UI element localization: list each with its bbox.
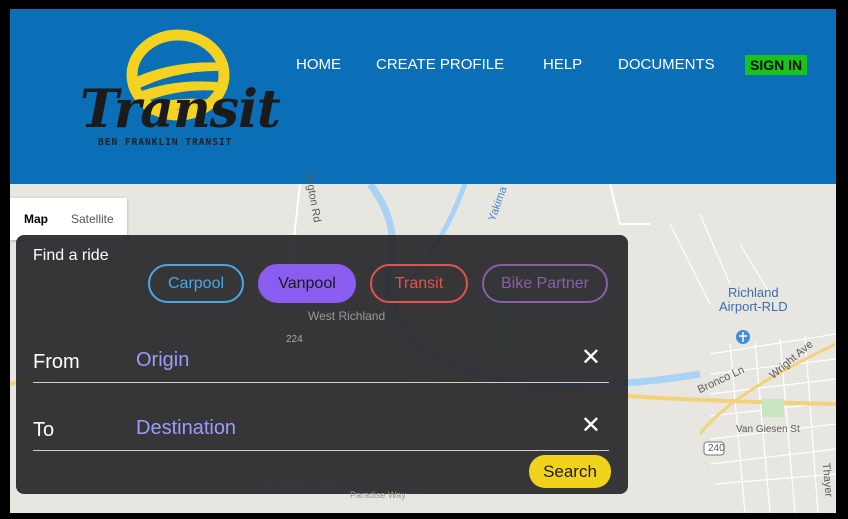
- mode-carpool-button[interactable]: Carpool: [148, 264, 244, 303]
- map-label-van-giesen: Van Giesen St: [736, 424, 800, 435]
- to-label: To: [33, 419, 55, 441]
- nav-documents[interactable]: DOCUMENTS: [618, 55, 715, 75]
- map-type-satellite-button[interactable]: Satellite: [58, 198, 127, 240]
- map-label-paradise: Paradise Way: [350, 490, 406, 500]
- map-label-road-224: 224: [286, 334, 303, 345]
- nav-sign-in[interactable]: SIGN IN: [745, 55, 808, 75]
- map-type-control: Map Satellite: [10, 198, 127, 240]
- map-label-airport: Richland Airport-RLD: [719, 285, 788, 314]
- browser-viewport: Transit BEN FRANKLIN TRANSIT HOME CREATE…: [10, 9, 836, 513]
- find-ride-panel: Find a ride Carpool Vanpool Transit Bike…: [16, 235, 628, 494]
- site-header: Transit BEN FRANKLIN TRANSIT HOME CREATE…: [10, 9, 836, 184]
- clear-destination-close-icon[interactable]: ✕: [581, 413, 601, 439]
- mode-transit-button[interactable]: Transit: [370, 264, 468, 303]
- logo-subtitle: BEN FRANKLIN TRANSIT: [98, 137, 233, 148]
- search-button[interactable]: Search: [529, 455, 611, 488]
- clear-origin-close-icon[interactable]: ✕: [581, 345, 601, 371]
- from-row: From ✕: [33, 339, 609, 383]
- main-nav: HOME CREATE PROFILE HELP DOCUMENTS SIGN …: [10, 55, 836, 81]
- from-label: From: [33, 351, 80, 373]
- map-type-map-button[interactable]: Map: [10, 198, 58, 240]
- nav-help[interactable]: HELP: [543, 55, 582, 75]
- mode-bike-partner-button[interactable]: Bike Partner: [482, 264, 608, 303]
- to-row: To ✕: [33, 407, 609, 451]
- nav-create-profile[interactable]: CREATE PROFILE: [376, 55, 504, 75]
- logo-wordmark: Transit: [80, 79, 281, 140]
- panel-title: Find a ride: [33, 247, 109, 264]
- nav-home[interactable]: HOME: [296, 55, 341, 75]
- destination-input[interactable]: [136, 413, 556, 443]
- map-label-road-240: 240: [708, 443, 725, 454]
- map-label-west-richland: West Richland: [308, 309, 386, 323]
- mode-vanpool-button[interactable]: Vanpool: [258, 264, 356, 303]
- origin-input[interactable]: [136, 345, 556, 375]
